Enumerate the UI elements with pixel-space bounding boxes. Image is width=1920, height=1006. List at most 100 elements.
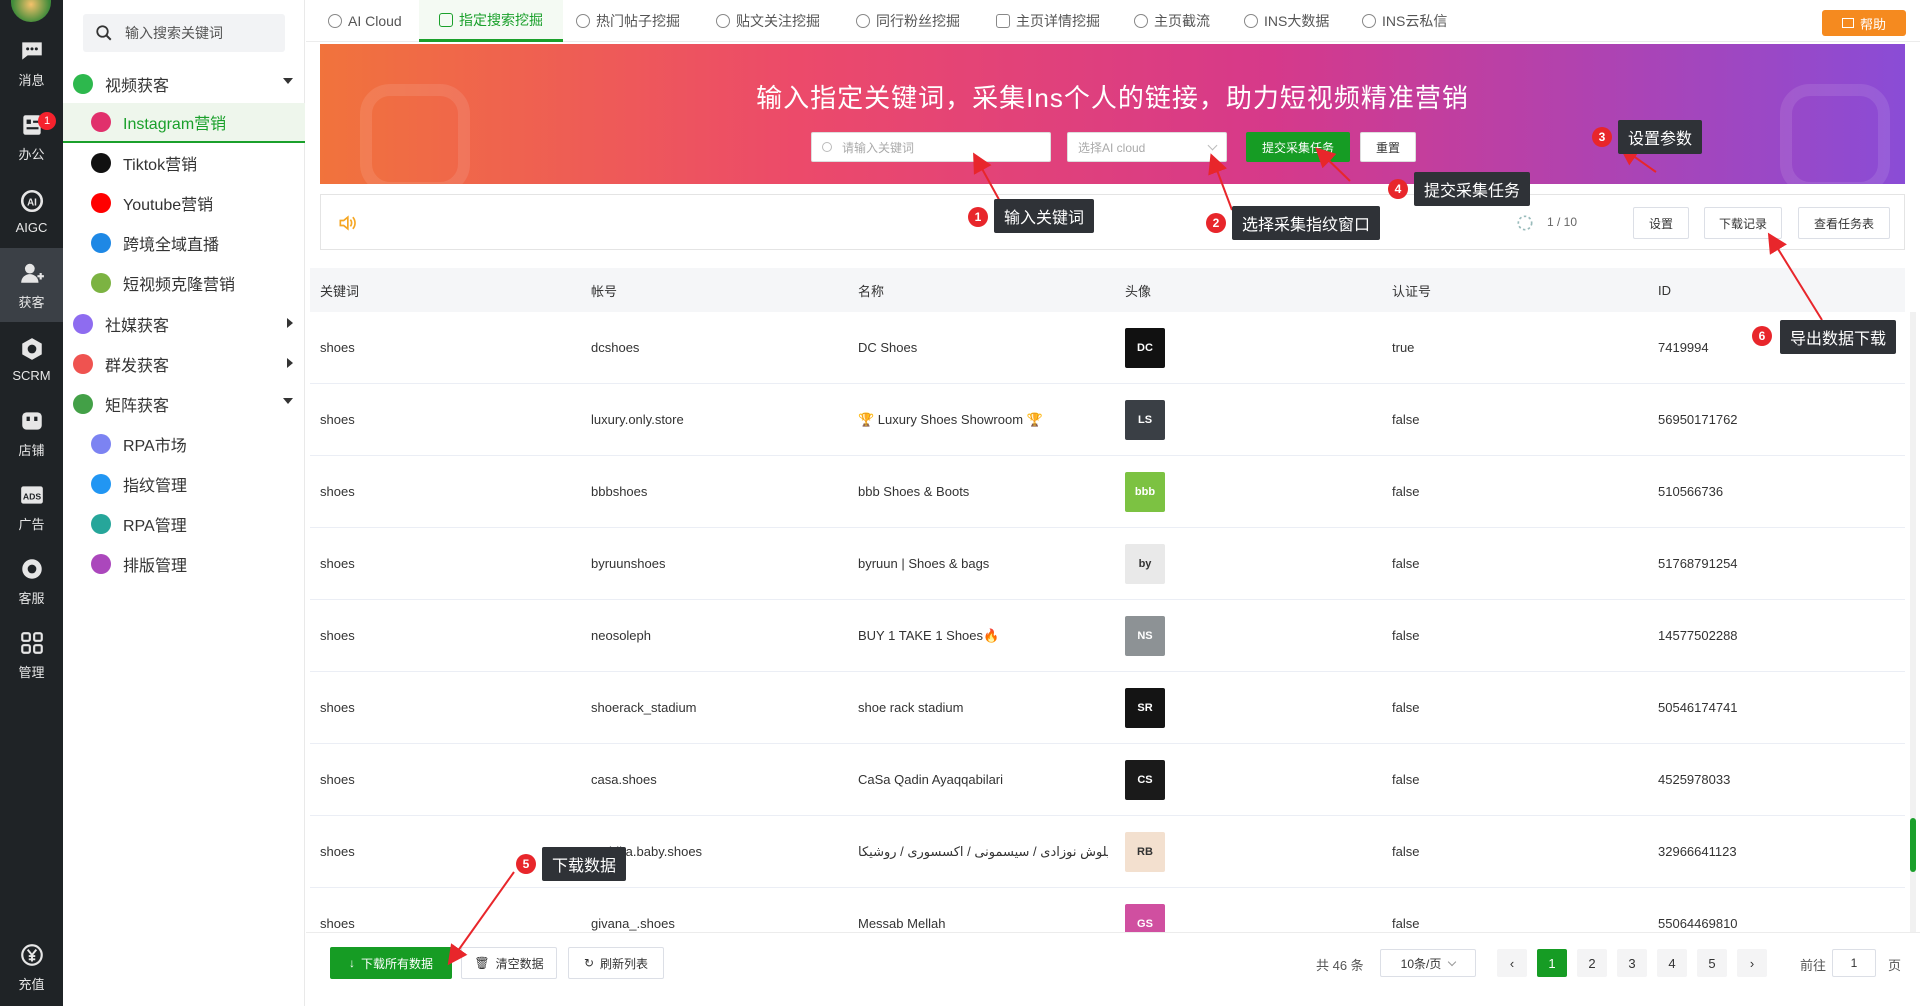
table-row[interactable]: shoes shoerack_stadium shoe rack stadium SR…: [310, 672, 1905, 744]
tab-keyword-search[interactable]: 指定搜索挖掘: [419, 0, 563, 42]
goto-page-input[interactable]: 1: [1832, 949, 1876, 977]
rail-item-recharge[interactable]: 充值: [0, 930, 63, 1004]
page-button[interactable]: 4: [1657, 949, 1687, 977]
sidebar-item[interactable]: Tiktok营销: [63, 143, 305, 183]
rail-item-service[interactable]: 客服: [0, 544, 63, 618]
clear-data-button[interactable]: 🗑 清空数据: [461, 947, 557, 979]
next-page-button[interactable]: ›: [1737, 949, 1767, 977]
rail-item-scrm[interactable]: SCRM: [0, 322, 63, 396]
avatar[interactable]: bbb: [1125, 471, 1165, 512]
tab-label: INS云私信: [1382, 13, 1448, 29]
banner-title: 输入指定关键词，采集Ins个人的链接，助力短视频精准营销: [756, 83, 1469, 113]
tab-label: 同行粉丝挖掘: [876, 13, 960, 29]
table-scrollbar[interactable]: [1910, 312, 1916, 932]
sidebar-item[interactable]: 群发获客: [63, 344, 305, 384]
sidebar-item[interactable]: 视频获客: [63, 64, 305, 104]
sidebar-item[interactable]: 短视频克隆营销: [63, 263, 305, 303]
column-header[interactable]: 帐号: [591, 268, 617, 312]
page-button[interactable]: 5: [1697, 949, 1727, 977]
rail-item-store[interactable]: 店铺: [0, 396, 63, 470]
table-cell-avatar: LS: [1125, 384, 1165, 455]
chevron-right-icon: ›: [1749, 955, 1755, 971]
sidebar-item[interactable]: 排版管理: [63, 544, 305, 584]
table-row[interactable]: shoes bbbshoes bbb Shoes & Boots bbb false 51…: [310, 456, 1905, 528]
page-button[interactable]: 3: [1617, 949, 1647, 977]
store-icon: [21, 411, 42, 430]
avatar[interactable]: SR: [1125, 687, 1165, 728]
submit-task-button[interactable]: 提交采集任务: [1246, 132, 1350, 162]
tab-ins-cloud-dm[interactable]: INS云私信: [1362, 0, 1447, 42]
view-tasks-button[interactable]: 查看任务表: [1798, 207, 1890, 239]
tab-hot-posts[interactable]: 热门帖子挖掘: [576, 0, 680, 42]
column-header[interactable]: 头像: [1125, 268, 1151, 312]
rail-item-messages[interactable]: 消息: [0, 26, 63, 100]
page-button[interactable]: 2: [1577, 949, 1607, 977]
column-header[interactable]: ID: [1658, 268, 1671, 312]
sidebar-item[interactable]: 社媒获客: [63, 304, 305, 344]
avatar[interactable]: NS: [1125, 615, 1165, 656]
sidebar-item[interactable]: 矩阵获客: [63, 384, 305, 424]
search-input[interactable]: [125, 14, 275, 52]
download-all-button[interactable]: ↓ 下载所有数据: [330, 947, 452, 979]
settings-button[interactable]: 设置: [1633, 207, 1689, 239]
users-icon: [1362, 14, 1376, 28]
sidebar-item-label: 短视频克隆营销: [123, 277, 236, 294]
page-size-select[interactable]: 10条/页: [1380, 949, 1476, 977]
table-row[interactable]: shoes byruunshoes byruun | Shoes & bags by f…: [310, 528, 1905, 600]
notification-badge: 1: [38, 112, 56, 130]
column-header[interactable]: 关键词: [320, 268, 359, 312]
tab-profile-intercept[interactable]: 主页截流: [1134, 0, 1210, 42]
column-header[interactable]: 认证号: [1392, 268, 1431, 312]
table-cell: false: [1392, 700, 1420, 715]
rail-item-acquire[interactable]: 获客: [0, 248, 63, 322]
rail-item-manage[interactable]: 管理: [0, 618, 63, 692]
tab-ins-bigdata[interactable]: INS大数据: [1244, 0, 1329, 42]
prev-page-button[interactable]: ‹: [1497, 949, 1527, 977]
avatar[interactable]: DC: [1125, 327, 1165, 368]
avatar[interactable]: LS: [1125, 399, 1165, 440]
sidebar-item[interactable]: 指纹管理: [63, 464, 305, 504]
user-avatar[interactable]: [11, 0, 51, 22]
table-row[interactable]: shoes neosoleph BUY 1 TAKE 1 Shoes🔥 NS false…: [310, 600, 1905, 672]
tab-ai-cloud[interactable]: AI Cloud: [328, 0, 402, 42]
reset-button[interactable]: 重置: [1360, 132, 1416, 162]
scrollbar-thumb[interactable]: [1910, 818, 1916, 872]
tab-profile-details[interactable]: 主页详情挖掘: [996, 0, 1100, 42]
table-header: 关键词 帐号 名称 头像 认证号 ID: [310, 268, 1905, 312]
table-row[interactable]: shoes dcshoes DC Shoes DC true 7419994: [310, 312, 1905, 384]
sidebar-item-label: 跨境全域直播: [123, 237, 220, 254]
column-header[interactable]: 名称: [858, 268, 884, 312]
sidebar-search[interactable]: [83, 14, 285, 52]
menu-item-icon: [91, 514, 111, 534]
caret-down-icon[interactable]: [283, 398, 293, 404]
avatar[interactable]: CS: [1125, 759, 1165, 800]
sidebar-item[interactable]: RPA管理: [63, 504, 305, 544]
rail-item-office[interactable]: 办公 1: [0, 100, 63, 174]
search-icon: [96, 25, 112, 41]
avatar[interactable]: by: [1125, 543, 1165, 584]
avatar[interactable]: RB: [1125, 831, 1165, 872]
sidebar-item[interactable]: Instagram营销: [63, 103, 305, 143]
table-cell: 510566736: [1658, 484, 1724, 499]
table-cell: 51768791254: [1658, 556, 1738, 571]
caret-right-icon[interactable]: [287, 358, 293, 368]
rail-item-aigc[interactable]: AI AIGC: [0, 174, 63, 248]
caret-right-icon[interactable]: [287, 318, 293, 328]
caret-down-icon[interactable]: [283, 78, 293, 84]
refresh-list-button[interactable]: ↻ 刷新列表: [568, 947, 664, 979]
table-row[interactable]: shoes luxury.only.store 🏆 Luxury Shoes Sho…: [310, 384, 1905, 456]
sidebar-item[interactable]: Youtube营销: [63, 183, 305, 223]
page-button[interactable]: 1: [1537, 949, 1567, 977]
download-log-button[interactable]: 下载记录: [1704, 207, 1782, 239]
rail-item-ads[interactable]: ADS 广告: [0, 470, 63, 544]
table-cell-avatar: RB: [1125, 816, 1165, 887]
sidebar-item[interactable]: RPA市场: [63, 424, 305, 464]
tab-post-follow[interactable]: 贴文关注挖掘: [716, 0, 820, 42]
ai-cloud-select[interactable]: 选择AI cloud: [1067, 132, 1227, 162]
callout-number: 6: [1752, 326, 1772, 346]
table-row[interactable]: shoes casa.shoes CaSa Qadin Ayaqqabilari CS…: [310, 744, 1905, 816]
help-button[interactable]: 帮助: [1822, 10, 1906, 36]
sidebar-item[interactable]: 跨境全域直播: [63, 223, 305, 263]
tab-peer-fans[interactable]: 同行粉丝挖掘: [856, 0, 960, 42]
keyword-input[interactable]: 请输入关键词: [811, 132, 1051, 162]
